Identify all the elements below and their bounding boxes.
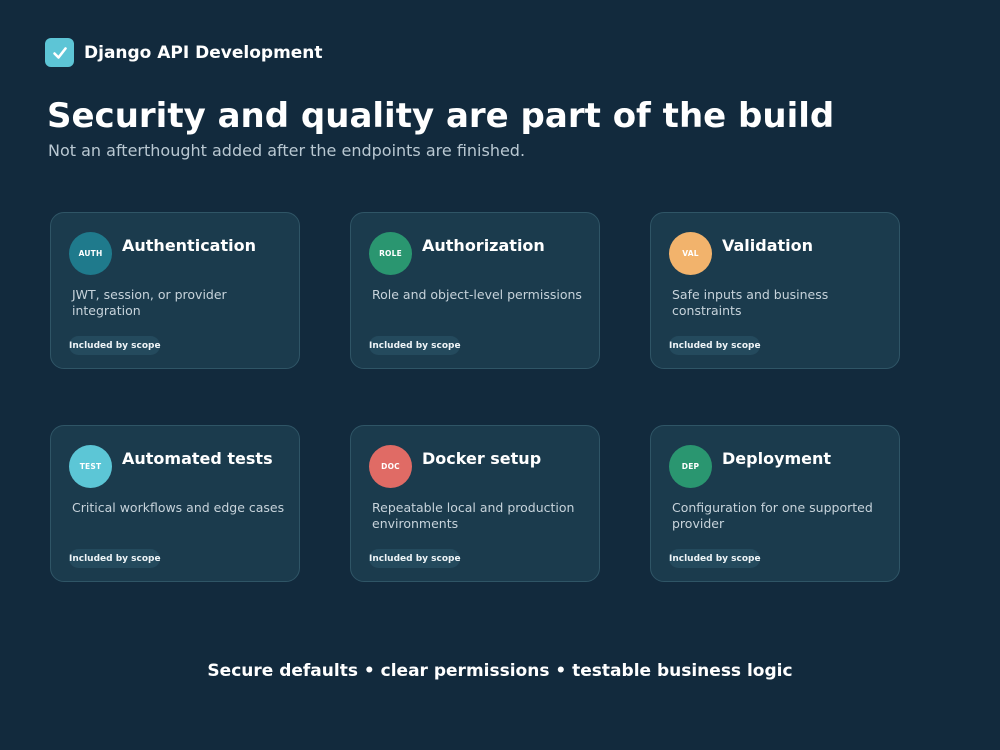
- scope-badge: Included by scope: [669, 549, 761, 568]
- scope-badge: Included by scope: [369, 336, 461, 355]
- card-deployment: DEP Deployment Configuration for one sup…: [650, 425, 900, 582]
- auth-icon: AUTH: [69, 232, 112, 275]
- test-icon: TEST: [69, 445, 112, 488]
- validation-icon: VAL: [669, 232, 712, 275]
- scope-badge: Included by scope: [669, 336, 761, 355]
- deployment-icon: DEP: [669, 445, 712, 488]
- brand-name: Django API Development: [84, 42, 323, 63]
- card-docker-setup: DOC Docker setup Repeatable local and pr…: [350, 425, 600, 582]
- card-description: Repeatable local and production environm…: [372, 500, 575, 531]
- card-description: JWT, session, or provider integration: [72, 287, 227, 318]
- page-subtitle: Not an afterthought added after the endp…: [48, 141, 526, 160]
- card-authorization: ROLE Authorization Role and object-level…: [350, 212, 600, 369]
- card-automated-tests: TEST Automated tests Critical workflows …: [50, 425, 300, 582]
- card-authentication: AUTH Authentication JWT, session, or pro…: [50, 212, 300, 369]
- scope-badge: Included by scope: [69, 336, 161, 355]
- card-title: Authorization: [422, 236, 545, 255]
- role-icon: ROLE: [369, 232, 412, 275]
- card-title: Authentication: [122, 236, 256, 255]
- scope-badge: Included by scope: [369, 549, 461, 568]
- card-title: Deployment: [722, 449, 832, 468]
- footer-tagline: Secure defaults • clear permissions • te…: [207, 661, 793, 681]
- card-description: Safe inputs and business constraints: [672, 287, 829, 318]
- card-description: Role and object-level permissions: [372, 287, 582, 302]
- card-validation: VAL Validation Safe inputs and business …: [650, 212, 900, 369]
- page-title: Security and quality are part of the bui…: [47, 96, 835, 136]
- docker-icon: DOC: [369, 445, 412, 488]
- card-description: Critical workflows and edge cases: [72, 500, 285, 515]
- card-title: Validation: [722, 236, 814, 255]
- card-title: Automated tests: [122, 449, 273, 468]
- card-title: Docker setup: [422, 449, 542, 468]
- brand: Django API Development: [45, 38, 323, 67]
- scope-badge: Included by scope: [69, 549, 161, 568]
- card-description: Configuration for one supported provider: [672, 500, 873, 531]
- checkmark-icon: [45, 38, 74, 67]
